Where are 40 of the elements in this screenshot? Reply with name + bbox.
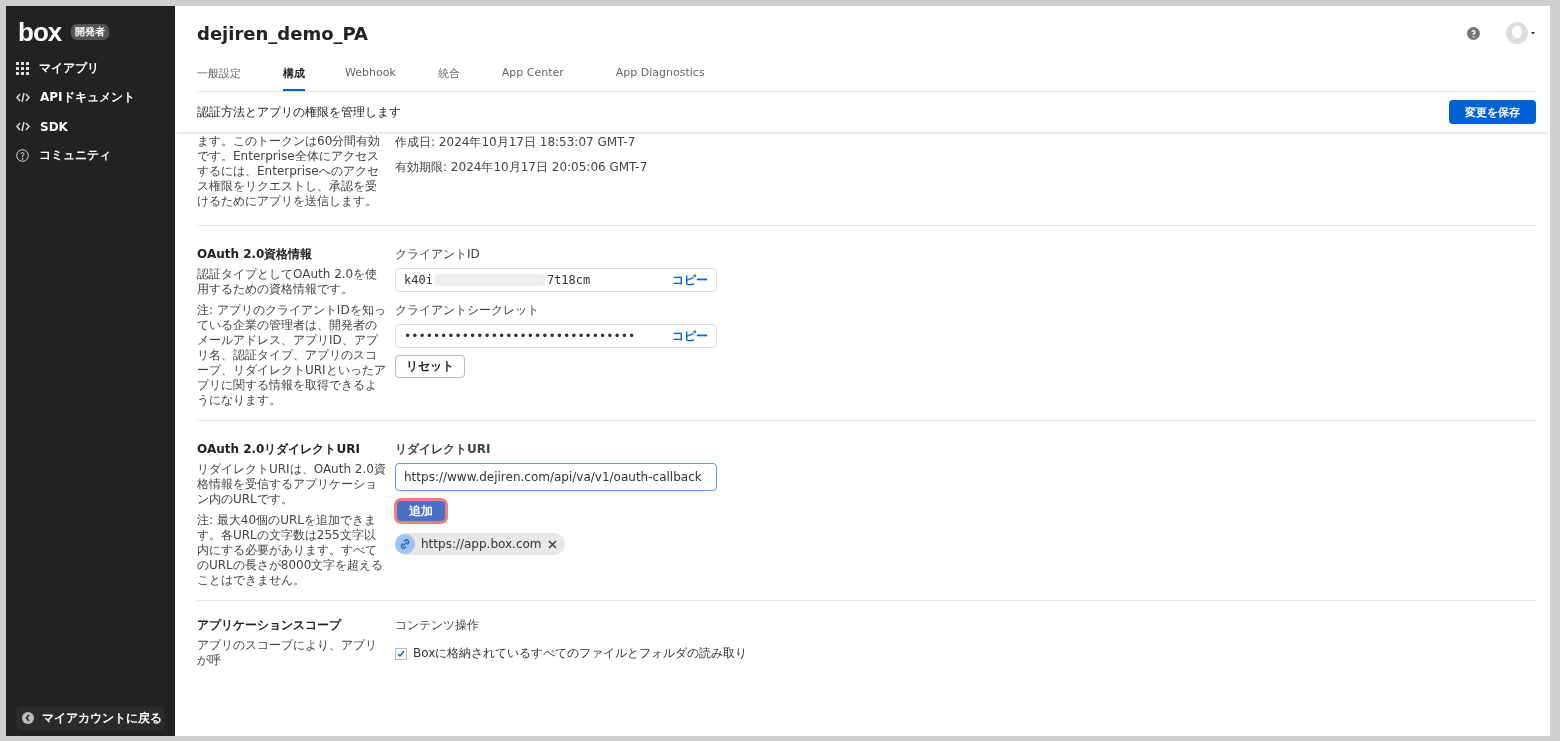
tab[interactable]: Webhook [345, 60, 396, 91]
section-description: アプリのスコープにより、アプリが呼 [197, 638, 378, 668]
field-label: クライアントシークレット [395, 302, 540, 319]
section-description: リダイレクトURIは、OAuth 2.0資格情報を受信するアプリケーション内のURLです。 [197, 462, 387, 507]
add-button[interactable]: 追加 [397, 501, 445, 521]
sidebar-item[interactable]: APIドキュメント [16, 83, 165, 112]
copy-link[interactable]: コピー [672, 271, 708, 289]
developer-badge: 開発者 [71, 24, 110, 40]
logo: box [18, 16, 62, 48]
section-title: アプリケーションスコープ [197, 617, 343, 634]
client-secret-field[interactable]: •••••••••••••••••••••••••••••••• コピー [395, 324, 717, 348]
tab[interactable]: App Center [501, 60, 564, 91]
section-note: 注: アプリのクライアントIDを知っている企業の管理者は、開発者のメールアドレス、アプリID、アプリ名、認証タイプ、アプリのスコープ、リダイレクトURIといったアプリに関する情報を取得できるようになります。 [197, 303, 387, 408]
section-description: 認証タイプとしてOAuth 2.0を使用するための資格情報です。 [197, 267, 379, 297]
group-label: コンテンツ操作 [395, 617, 480, 634]
page-subtitle: 認証方法とアプリの権限を管理します [197, 103, 402, 121]
tab[interactable]: 統合 [437, 60, 460, 91]
section-title: OAuth 2.0資格情報 [197, 246, 314, 263]
redirect-uri-input[interactable]: https://www.dejiren.com/api/va/v1/oauth-callback [395, 463, 717, 491]
section-description: ます。このトークンは60分間有効です。Enterprise全体にアクセスするには、Enterpriseへのアクセス権限をリクエストし、承認を受けるためにアプリを送信します。 [197, 134, 382, 209]
field-label: クライアントID [395, 246, 481, 263]
sidebar-item[interactable]: マイアプリ [16, 54, 165, 83]
expiry-date: 有効期限: 2024年10月17日 20:05:06 GMT-7 [395, 159, 649, 176]
created-date: 作成日: 2024年10月17日 18:53:07 GMT-7 [395, 134, 637, 151]
tab[interactable]: App Diagnostics [615, 60, 705, 91]
sidebar-item[interactable]: コミュニティ [16, 141, 165, 170]
reset-button[interactable]: リセット [395, 355, 465, 378]
save-button[interactable]: 変更を保存 [1449, 100, 1536, 124]
sidebar-item[interactable]: SDK [16, 112, 165, 141]
app-title: dejiren_demo_PA [197, 22, 370, 44]
copy-link[interactable]: コピー [672, 327, 708, 345]
option-label: Boxに格納されているすべてのファイルとフォルダの読み取り [413, 645, 748, 662]
client-id-field[interactable]: k40i 7t18cm コピー [395, 268, 717, 292]
uri-chip: https://app.box.com [395, 533, 565, 555]
section-title: OAuth 2.0リダイレクトURI [197, 441, 361, 458]
back-button[interactable]: マイアカウントに戻る [16, 706, 165, 730]
tab[interactable]: 一般設定 [197, 60, 241, 91]
tab[interactable]: 構成 [283, 60, 305, 91]
section-note: 注: 最大40個のURLを追加できます。各URLの文字数は255文字以内にする必要があります。すべてのURLの長さが8000文字を超えることはできません。 [197, 513, 385, 588]
field-label: リダイレクトURI [395, 441, 492, 458]
